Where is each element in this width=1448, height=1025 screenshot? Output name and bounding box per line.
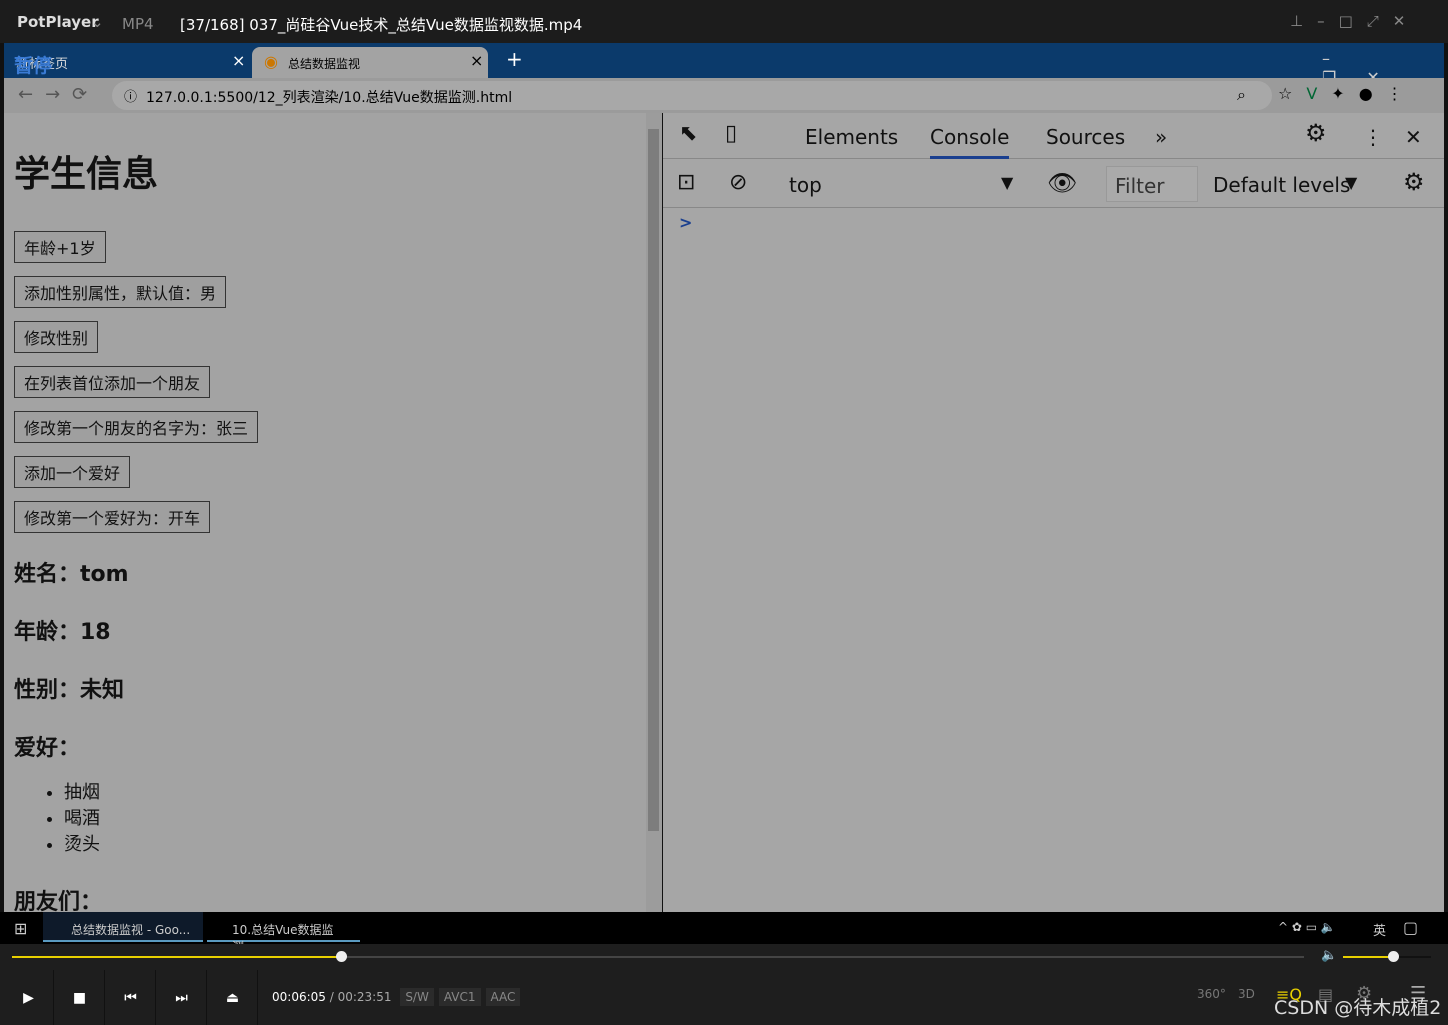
3d-icon[interactable]: 3D [1238, 987, 1255, 1001]
tab-console[interactable]: Console [930, 125, 1010, 159]
tab-title: 总结数据监视 [288, 57, 361, 71]
tray-icons[interactable]: ^ ✿ ▭ 🔈 [1278, 920, 1336, 934]
tab-elements[interactable]: Elements [805, 125, 898, 149]
change-hobby-button[interactable]: 修改第一个爱好为：开车 [14, 501, 211, 533]
web-page: 学生信息 年龄+1岁 添加性别属性，默认值：男 修改性别 在列表首位添加一个朋友… [4, 113, 646, 915]
vue-favicon-icon: ◉ [264, 52, 278, 71]
info-icon[interactable]: ⓘ [124, 86, 137, 105]
sidebar-toggle-icon[interactable]: ⊡ [677, 170, 695, 195]
ime-indicator[interactable]: 英 [1373, 920, 1386, 939]
gear-icon[interactable]: ⚙ [1403, 168, 1425, 196]
eye-icon[interactable]: 👁 [1047, 169, 1077, 197]
add-sex-button[interactable]: 添加性别属性，默认值：男 [14, 276, 227, 308]
previous-icon[interactable]: ⏮ [106, 970, 156, 1025]
tab-strip: 新标签页 暂停 × ◉ 总结数据监视 × + –❐✕ [4, 43, 1444, 87]
volume-slider[interactable] [1343, 956, 1431, 958]
360-icon[interactable]: 360° [1197, 987, 1226, 1001]
codec-tag[interactable]: AAC [485, 988, 521, 1006]
close-icon[interactable]: × [470, 51, 483, 70]
hobby-list: 抽烟 喝酒 烫头 [64, 780, 646, 858]
play-icon[interactable]: ▶ [4, 970, 54, 1025]
time-display: 00:06:05 / 00:23:51 S/W AVC1 AAC [272, 988, 521, 1006]
taskbar-item-vscode[interactable]: 10.总结Vue数据监测.... [207, 912, 360, 954]
filter-placeholder: Filter [1115, 174, 1165, 198]
new-tab-icon[interactable]: + [506, 47, 523, 71]
volume-handle[interactable] [1388, 951, 1400, 962]
scrollbar[interactable] [646, 113, 662, 913]
console-prompt[interactable]: > [679, 213, 692, 232]
watermark: CSDN @待木成植2 [1274, 997, 1442, 1019]
video-title: [37/168] 037_尚硅谷Vue技术_总结Vue数据监视数据.mp4 [180, 16, 583, 34]
windows-start-icon[interactable]: ⊞ [14, 919, 27, 938]
total-time: 00:23:51 [337, 990, 392, 1004]
url-text: 127.0.0.1:5500/12_列表渲染/10.总结Vue数据监测.html [146, 90, 513, 106]
tab-active[interactable]: ◉ 总结数据监视 × [252, 47, 488, 78]
eject-icon[interactable]: ⏏ [208, 970, 258, 1025]
filter-input[interactable]: Filter [1106, 166, 1198, 202]
rename-friend-button[interactable]: 修改第一个朋友的名字为：张三 [14, 411, 259, 443]
nav-icons[interactable]: ←→⟳ [18, 84, 99, 105]
notification-icon[interactable]: ▢ [1403, 918, 1418, 937]
url-field[interactable]: ⓘ 127.0.0.1:5500/12_列表渲染/10.总结Vue数据监测.ht… [112, 81, 1272, 110]
devtools-toolbar: ⬉ ▯ Elements Console Sources » ⚙ ⋮ ✕ [663, 113, 1444, 159]
player-controls: ▶ ■ ⏮ ⏭ ⏏ 00:06:05 / 00:23:51 S/W AVC1 AAC… [0, 970, 1448, 1025]
seek-handle[interactable] [336, 951, 348, 962]
chevron-down-icon[interactable]: ▼ [1001, 173, 1013, 192]
close-icon[interactable]: ✕ [1405, 125, 1422, 149]
sex-text: 性别：未知 [14, 678, 125, 703]
volume-icon[interactable]: 🔈 [1321, 948, 1337, 963]
stop-icon[interactable]: ■ [55, 970, 105, 1025]
chevron-down-icon[interactable]: ⌄ [91, 13, 104, 31]
taskbar-label: 总结数据监视 - Goo... [71, 923, 191, 937]
more-icon[interactable]: ⋮ [1363, 125, 1383, 149]
list-item: 喝酒 [64, 806, 646, 832]
extension-icons[interactable]: ☆V✦●⋮ [1278, 84, 1417, 103]
format-label: MP4 [122, 15, 154, 33]
hobby-label: 爱好： [14, 736, 81, 761]
seek-bar[interactable] [12, 956, 1304, 958]
add-hobby-button[interactable]: 添加一个爱好 [14, 456, 131, 488]
levels-select[interactable]: Default levels [1213, 173, 1350, 197]
add-friend-button[interactable]: 在列表首位添加一个朋友 [14, 366, 211, 398]
taskbar: ⊞ 总结数据监视 - Goo... 10.总结Vue数据监测.... ^ ✿ ▭… [0, 912, 1448, 954]
address-bar-row: ←→⟳ ⓘ 127.0.0.1:5500/12_列表渲染/10.总结Vue数据监… [4, 78, 1444, 113]
console-toolbar: ⊡ ⊘ top ▼ 👁 Filter Default levels ▼ ⚙ [663, 160, 1444, 208]
context-select[interactable]: top [789, 173, 822, 197]
change-sex-button[interactable]: 修改性别 [14, 321, 99, 353]
close-icon[interactable]: × [232, 51, 245, 70]
list-item: 烫头 [64, 832, 646, 858]
page-title: 学生信息 [14, 154, 159, 195]
zoom-icon[interactable]: ⌕ [1237, 85, 1246, 105]
chevron-down-icon[interactable]: ▼ [1345, 173, 1357, 192]
seek-bar-row: 🔈 [0, 944, 1448, 970]
player-titlebar: PotPlayer ⌄ MP4 [37/168] 037_尚硅谷Vue技术_总结… [0, 0, 1448, 43]
gear-icon[interactable]: ⚙ [1305, 119, 1327, 147]
age-plus-button[interactable]: 年龄+1岁 [14, 231, 106, 263]
current-time: 00:06:05 [272, 990, 326, 1004]
device-toggle-icon[interactable]: ▯ [725, 121, 737, 146]
more-tabs-icon[interactable]: » [1155, 125, 1167, 149]
codec-tag[interactable]: AVC1 [438, 988, 481, 1006]
app-menu[interactable]: PotPlayer [17, 13, 99, 31]
age-text: 年龄：18 [14, 620, 111, 645]
next-icon[interactable]: ⏭ [157, 970, 207, 1025]
paused-overlay: 暂停 [14, 55, 53, 77]
codec-tag[interactable]: S/W [400, 988, 434, 1006]
name-text: 姓名：tom [14, 562, 129, 587]
tab-sources[interactable]: Sources [1046, 125, 1125, 149]
clear-console-icon[interactable]: ⊘ [729, 170, 747, 195]
devtools-panel: ⬉ ▯ Elements Console Sources » ⚙ ⋮ ✕ ⊡ ⊘… [663, 113, 1444, 913]
inspect-icon[interactable]: ⬉ [679, 121, 697, 146]
taskbar-item-chrome[interactable]: 总结数据监视 - Goo... [43, 912, 203, 942]
list-item: 抽烟 [64, 780, 646, 806]
window-controls[interactable]: ⊥–□⤢✕ [1290, 12, 1419, 30]
